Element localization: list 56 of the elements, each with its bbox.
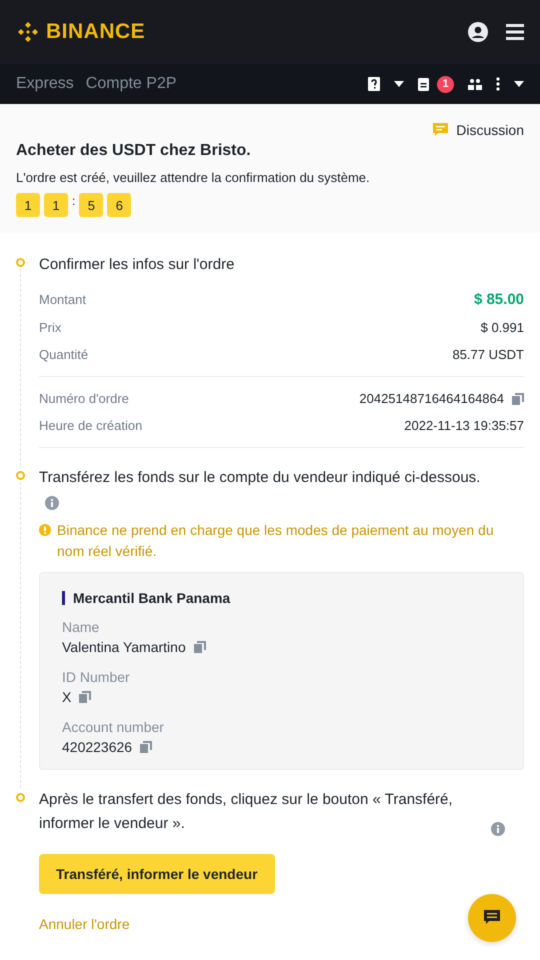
copy-icon[interactable] [79, 691, 92, 703]
account-icon[interactable] [468, 22, 488, 42]
step-title: Confirmer les infos sur l'ordre [39, 255, 236, 275]
notification-badge: 1 [437, 76, 454, 92]
detail-label: Heure de création [39, 418, 142, 433]
info-icon[interactable] [45, 496, 59, 510]
copy-icon[interactable] [194, 641, 206, 653]
users-icon[interactable] [468, 78, 482, 90]
order-title: Acheter des USDT chez Bristo. [16, 142, 252, 160]
discussion-link[interactable]: Discussion [16, 122, 524, 138]
warning-text: Binance ne prend en charge que les modes de paiement au moyen du nom réel vérifié. [57, 521, 495, 561]
warning-icon [39, 524, 51, 536]
bank-name: Mercantil Bank Panama [62, 591, 501, 605]
field-label: ID Number [62, 669, 131, 685]
detail-value: $ 0.991 [480, 320, 524, 335]
transfer-button[interactable]: Transféré, informer le vendeur [39, 854, 275, 894]
step-title: Après le transfert des fonds, cliquez sur le bouton « Transféré, informer le vendeur ». [39, 790, 454, 834]
timer-digit: 1 [44, 193, 68, 217]
menu-icon[interactable] [506, 24, 524, 40]
detail-label: Quantité [39, 347, 88, 362]
detail-value: 2022-11-13 19:35:57 [404, 418, 524, 433]
field-value: X [62, 689, 72, 705]
nav-tab[interactable]: Compte P2P [86, 75, 177, 93]
step-dot [16, 471, 25, 480]
step-dot [16, 258, 25, 267]
detail-label: Montant [39, 292, 86, 307]
timer-digit: 5 [79, 193, 104, 217]
help-icon[interactable] [368, 77, 380, 91]
caret-icon[interactable] [394, 81, 404, 87]
chat-icon [484, 910, 500, 926]
step-dot [16, 793, 25, 802]
step-title: Transférez les fonds sur le compte du vendeur indiqué ci-dessous. [39, 468, 482, 488]
copy-icon[interactable] [140, 741, 152, 753]
timer-digit: 6 [107, 193, 132, 217]
order-status: L'ordre est créé, veuillez attendre la confirmation du système. [16, 170, 371, 185]
document-icon[interactable] [418, 78, 429, 90]
field-value: Valentina Yamartino [62, 639, 186, 655]
timer-digit: 1 [16, 193, 40, 217]
chat-icon [433, 123, 448, 137]
detail-value: $ 85.00 [474, 291, 524, 308]
detail-value: 85.77 USDT [452, 347, 524, 362]
field-label: Account number [62, 719, 165, 735]
detail-label: Numéro d'ordre [39, 391, 129, 406]
detail-label: Prix [39, 320, 62, 335]
field-value: 420223626 [62, 739, 132, 755]
info-icon[interactable] [491, 822, 505, 836]
detail-value: 20425148716464164864 [359, 391, 504, 406]
caret-icon[interactable] [514, 81, 524, 87]
more-icon[interactable] [496, 77, 500, 91]
timer-separator: : [72, 194, 76, 208]
logo-text: BINANCE [46, 20, 146, 44]
nav-tab[interactable]: Express [16, 75, 74, 93]
copy-icon[interactable] [512, 392, 524, 404]
chat-button[interactable] [468, 894, 516, 942]
field-label: Name [62, 619, 100, 635]
logo-icon [16, 20, 40, 44]
